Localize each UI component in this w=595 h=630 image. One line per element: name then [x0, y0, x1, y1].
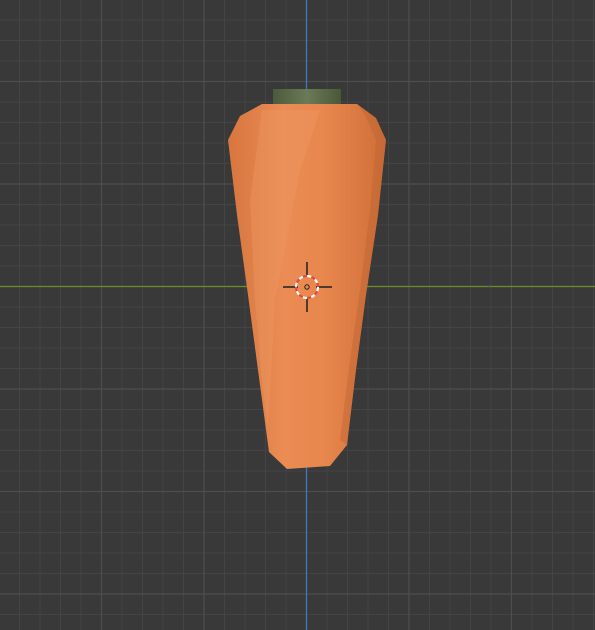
- carrot-cap[interactable]: [273, 89, 341, 106]
- viewport-canvas[interactable]: [0, 0, 595, 630]
- grid-point-marker: [487, 285, 491, 288]
- 3d-viewport[interactable]: [0, 0, 595, 630]
